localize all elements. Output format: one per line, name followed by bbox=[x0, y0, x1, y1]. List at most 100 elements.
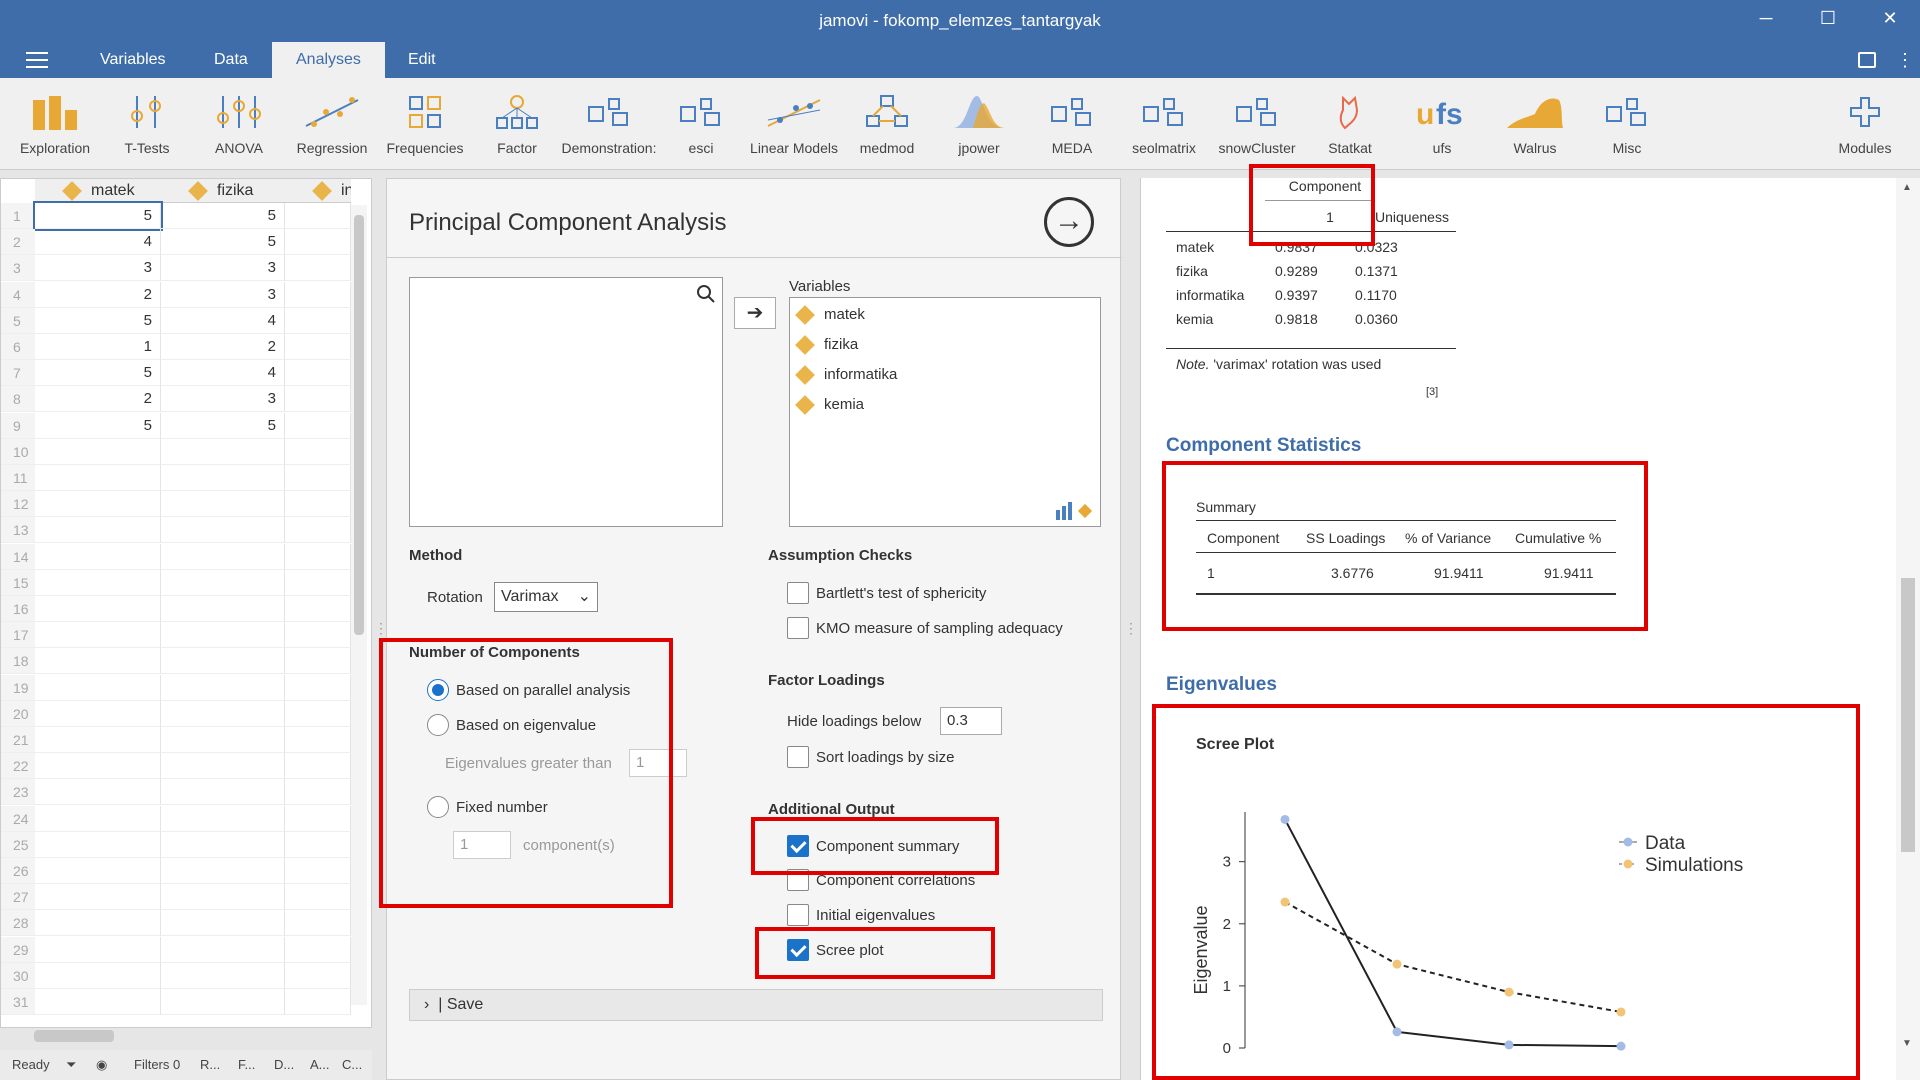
data-cell[interactable] bbox=[285, 569, 351, 596]
kmo-checkbox[interactable] bbox=[787, 617, 809, 639]
column-header-fizika[interactable]: fizika bbox=[161, 179, 285, 203]
data-cell[interactable]: 2 bbox=[161, 334, 285, 360]
data-cell[interactable] bbox=[285, 910, 351, 937]
data-cell[interactable] bbox=[161, 491, 285, 518]
data-cell[interactable] bbox=[35, 753, 161, 780]
data-cell[interactable] bbox=[161, 438, 285, 465]
data-cell[interactable] bbox=[161, 831, 285, 858]
tab-analyses[interactable]: Analyses bbox=[272, 42, 385, 78]
sheet-vertical-scrollbar[interactable] bbox=[351, 205, 367, 1005]
data-cell[interactable] bbox=[285, 936, 351, 963]
data-cell[interactable] bbox=[285, 491, 351, 518]
data-cell[interactable] bbox=[285, 884, 351, 911]
data-cell[interactable] bbox=[285, 622, 351, 649]
row-number[interactable]: 2 bbox=[1, 229, 35, 256]
data-cell[interactable] bbox=[161, 989, 285, 1015]
data-cell[interactable] bbox=[285, 831, 351, 858]
tool-anova[interactable]: ANOVA bbox=[191, 92, 287, 156]
tool-ufs[interactable]: u fs ufs bbox=[1394, 92, 1490, 156]
scroll-thumb[interactable] bbox=[1901, 578, 1915, 852]
data-cell[interactable] bbox=[35, 517, 161, 544]
row-number[interactable]: 5 bbox=[1, 307, 35, 334]
tool-modules[interactable]: Modules bbox=[1817, 92, 1913, 156]
data-cell[interactable] bbox=[285, 648, 351, 675]
data-cell[interactable] bbox=[285, 596, 351, 622]
variable-item[interactable]: kemia bbox=[795, 395, 864, 415]
data-cell[interactable] bbox=[35, 543, 161, 570]
results-scrollbar[interactable]: ▲ ▼ bbox=[1896, 178, 1920, 1080]
tool-walrus[interactable]: Walrus bbox=[1487, 92, 1583, 156]
row-number[interactable]: 26 bbox=[1, 858, 35, 884]
data-cell[interactable] bbox=[35, 805, 161, 832]
data-cell[interactable]: 2 bbox=[35, 386, 161, 413]
close-options-button[interactable]: → bbox=[1044, 197, 1094, 247]
data-cell[interactable]: 5 bbox=[35, 360, 161, 387]
tab-edit[interactable]: Edit bbox=[384, 42, 460, 78]
data-cell[interactable] bbox=[161, 648, 285, 675]
data-cell[interactable] bbox=[161, 465, 285, 491]
data-cell[interactable] bbox=[161, 596, 285, 622]
eye-icon[interactable]: ◉ bbox=[96, 1050, 107, 1080]
data-cell[interactable] bbox=[35, 648, 161, 675]
data-cell[interactable] bbox=[285, 281, 351, 308]
row-number[interactable]: 7 bbox=[1, 360, 35, 387]
data-cell[interactable] bbox=[285, 334, 351, 360]
row-number[interactable]: 17 bbox=[1, 622, 35, 649]
data-cell[interactable] bbox=[35, 831, 161, 858]
data-cell[interactable] bbox=[285, 727, 351, 753]
data-cell[interactable] bbox=[161, 727, 285, 753]
row-number[interactable]: 24 bbox=[1, 805, 35, 832]
data-cell[interactable] bbox=[285, 700, 351, 727]
data-cell[interactable] bbox=[161, 753, 285, 780]
variable-item[interactable]: matek bbox=[795, 305, 865, 325]
row-number[interactable]: 27 bbox=[1, 884, 35, 911]
tab-data[interactable]: Data bbox=[190, 42, 272, 78]
row-number[interactable]: 11 bbox=[1, 465, 35, 491]
tool-medmod[interactable]: medmod bbox=[839, 92, 935, 156]
data-cell[interactable] bbox=[35, 910, 161, 937]
row-number[interactable]: 21 bbox=[1, 727, 35, 753]
save-section[interactable]: › | Save bbox=[409, 989, 1103, 1021]
data-cell[interactable] bbox=[285, 989, 351, 1015]
rotation-select[interactable]: Varimax ⌄ bbox=[494, 582, 598, 612]
row-number[interactable]: 6 bbox=[1, 334, 35, 360]
data-cell[interactable] bbox=[35, 596, 161, 622]
data-cell[interactable] bbox=[35, 727, 161, 753]
data-cell[interactable] bbox=[285, 438, 351, 465]
search-icon[interactable] bbox=[696, 284, 716, 304]
data-cell[interactable] bbox=[161, 517, 285, 544]
data-cell[interactable] bbox=[35, 674, 161, 701]
row-number[interactable]: 12 bbox=[1, 491, 35, 518]
scroll-down-icon[interactable]: ▼ bbox=[1902, 1038, 1912, 1049]
data-cell[interactable] bbox=[35, 700, 161, 727]
sort-loadings-checkbox[interactable] bbox=[787, 746, 809, 768]
move-variable-button[interactable]: ➔ bbox=[734, 297, 776, 329]
data-cell[interactable] bbox=[285, 962, 351, 989]
row-number[interactable]: 10 bbox=[1, 438, 35, 465]
row-number[interactable]: 13 bbox=[1, 517, 35, 544]
data-cell[interactable] bbox=[285, 412, 351, 439]
row-number[interactable]: 19 bbox=[1, 674, 35, 701]
initial-eigenvalues-checkbox[interactable] bbox=[787, 904, 809, 926]
row-number[interactable]: 28 bbox=[1, 910, 35, 937]
row-number[interactable]: 20 bbox=[1, 700, 35, 727]
data-cell[interactable] bbox=[35, 491, 161, 518]
data-cell[interactable] bbox=[285, 858, 351, 884]
tool-meda[interactable]: MEDA bbox=[1024, 92, 1120, 156]
data-cell[interactable] bbox=[35, 989, 161, 1015]
tool-jpower[interactable]: jpower bbox=[931, 92, 1027, 156]
data-cell[interactable] bbox=[35, 962, 161, 989]
data-cell[interactable]: 4 bbox=[35, 229, 161, 256]
data-cell[interactable] bbox=[161, 936, 285, 963]
data-cell[interactable]: 3 bbox=[35, 255, 161, 282]
splitter-handle[interactable]: ⋮ bbox=[374, 620, 388, 640]
tool-linear-models[interactable]: Linear Models bbox=[746, 92, 842, 156]
bartlett-checkbox[interactable] bbox=[787, 582, 809, 604]
data-cell[interactable] bbox=[161, 858, 285, 884]
data-cell[interactable] bbox=[285, 360, 351, 387]
tool-regression[interactable]: Regression bbox=[284, 92, 380, 156]
column-header-informatika[interactable]: informa bbox=[285, 179, 351, 203]
data-cell[interactable] bbox=[161, 962, 285, 989]
horizontal-scroll-thumb[interactable] bbox=[34, 1030, 114, 1042]
close-button[interactable]: ✕ bbox=[1870, 8, 1910, 29]
